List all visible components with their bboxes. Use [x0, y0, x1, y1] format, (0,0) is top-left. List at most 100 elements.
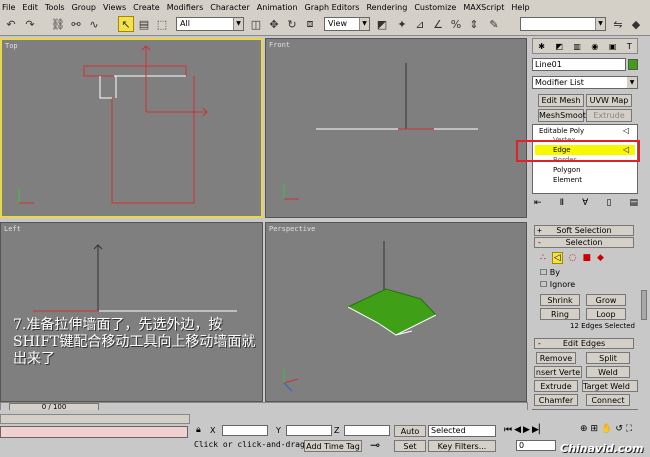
modify-tab-icon[interactable]: ◩ — [555, 42, 563, 51]
move-icon[interactable]: ✥ — [266, 16, 282, 32]
menu-file[interactable]: File — [2, 3, 15, 12]
menu-views[interactable]: Views — [103, 3, 126, 12]
pivot-center-icon[interactable]: ◩ — [374, 16, 390, 32]
grow-button[interactable]: Grow — [586, 294, 626, 306]
named-selection-dropdown[interactable]: ▼ — [520, 17, 606, 31]
hierarchy-tab-icon[interactable]: ▥ — [573, 42, 581, 51]
named-selection-icon[interactable]: ✎ — [486, 16, 502, 32]
maximize-icon[interactable]: ⛶ — [626, 424, 632, 438]
element-level-icon[interactable]: ◆ — [597, 253, 604, 263]
z-coordinate-field[interactable] — [344, 425, 390, 436]
pan-icon[interactable]: ✋ — [601, 424, 612, 438]
stack-element[interactable]: Element — [553, 176, 582, 184]
scale-icon[interactable]: ⧈ — [302, 16, 318, 32]
goto-start-icon[interactable]: ⏮ — [504, 425, 512, 437]
link-icon[interactable]: ⛓ — [50, 16, 66, 32]
rotate-icon[interactable]: ↻ — [284, 16, 300, 32]
viewport-perspective[interactable]: Perspective — [265, 222, 527, 402]
undo-icon[interactable]: ↶ — [3, 16, 19, 32]
current-frame-field[interactable]: 0 — [516, 440, 556, 451]
snap-toggle-icon[interactable]: ⊿ — [412, 16, 428, 32]
menu-create[interactable]: Create — [133, 3, 160, 12]
prev-frame-icon[interactable]: ◀ — [514, 425, 521, 437]
selection-rollout[interactable]: - Selection — [534, 237, 634, 248]
remove-modifier-icon[interactable]: ▯ — [606, 198, 611, 208]
connect-button[interactable]: Connect — [586, 394, 630, 406]
modifier-list-dropdown[interactable]: Modifier List ▼ — [532, 76, 638, 89]
next-frame-icon[interactable]: ▶▏ — [532, 425, 546, 437]
select-object-icon[interactable]: ↖ — [118, 16, 134, 32]
zoom-icon[interactable]: ⊕ — [580, 424, 588, 438]
border-level-icon[interactable]: ◌ — [569, 253, 577, 263]
loop-button[interactable]: Loop — [586, 308, 626, 320]
menu-maxscript[interactable]: MAXScript — [463, 3, 504, 12]
angle-snap-icon[interactable]: ∠ — [430, 16, 446, 32]
stack-editable-poly[interactable]: Editable Poly — [539, 127, 584, 135]
vertex-level-icon[interactable]: ∴ — [540, 253, 546, 263]
insert-vertex-button[interactable]: nsert Verte — [534, 366, 582, 378]
viewport-top[interactable]: Top — [0, 38, 263, 218]
play-icon[interactable]: ▶ — [523, 425, 530, 437]
spinner-snap-icon[interactable]: ⇕ — [466, 16, 482, 32]
set-key-button[interactable]: Set Key — [394, 440, 426, 452]
menu-group[interactable]: Group — [72, 3, 96, 12]
polygon-level-icon[interactable]: ■ — [583, 253, 592, 263]
menu-help[interactable]: Help — [511, 3, 529, 12]
window-crossing-icon[interactable]: ◫ — [248, 16, 264, 32]
zoom-all-icon[interactable]: ⊞ — [591, 424, 599, 438]
lock-selection-icon[interactable]: 🔒︎ — [196, 425, 201, 435]
object-color-swatch[interactable] — [628, 59, 638, 70]
edge-level-button-icon[interactable]: ◁ — [551, 252, 563, 264]
panel-scrollbar[interactable] — [641, 290, 647, 320]
select-region-icon[interactable]: ⬚ — [154, 16, 170, 32]
target-weld-button[interactable]: Target Weld — [582, 380, 638, 392]
menu-tools[interactable]: Tools — [45, 3, 65, 12]
stack-polygon[interactable]: Polygon — [553, 166, 581, 174]
mirror-icon[interactable]: ⇋ — [610, 16, 626, 32]
key-filter-dropdown[interactable]: Selected — [428, 425, 496, 437]
viewport-left[interactable]: Left — [0, 222, 263, 402]
ignore-backfacing-checkbox[interactable]: ☐ Ignore — [540, 280, 575, 289]
soft-selection-rollout[interactable]: + Soft Selection — [534, 225, 634, 236]
menu-character[interactable]: Character — [210, 3, 250, 12]
configure-sets-icon[interactable]: ▤ — [629, 198, 638, 208]
auto-key-button[interactable]: Auto Key — [394, 425, 426, 437]
menu-modifiers[interactable]: Modifiers — [167, 3, 204, 12]
track-bar[interactable] — [0, 414, 190, 424]
motion-tab-icon[interactable]: ◉ — [591, 42, 598, 51]
menu-rendering[interactable]: Rendering — [366, 3, 407, 12]
selection-filter-dropdown[interactable]: All ▼ — [176, 17, 244, 31]
display-tab-icon[interactable]: ▣ — [609, 42, 617, 51]
ring-button[interactable]: Ring — [540, 308, 580, 320]
add-time-tag-button[interactable]: Add Time Tag — [304, 440, 362, 452]
bind-spacewarp-icon[interactable]: ∿ — [86, 16, 102, 32]
show-end-result-icon[interactable]: Ⅱ — [560, 198, 564, 208]
remove-button[interactable]: Remove — [536, 352, 576, 364]
shrink-button[interactable]: Shrink — [540, 294, 580, 306]
menu-graph-editors[interactable]: Graph Editors — [305, 3, 360, 12]
weld-button[interactable]: Weld — [586, 366, 630, 378]
edit-edges-rollout[interactable]: - Edit Edges — [534, 338, 634, 349]
menu-animation[interactable]: Animation — [257, 3, 298, 12]
reference-coordinate-dropdown[interactable]: View ▼ — [324, 17, 370, 31]
maxscript-listener-field[interactable] — [0, 426, 188, 438]
by-vertex-checkbox[interactable]: ☐ By — [540, 268, 560, 277]
edit-mesh-button[interactable]: Edit Mesh — [538, 94, 584, 107]
y-coordinate-field[interactable] — [286, 425, 332, 436]
make-unique-icon[interactable]: ∀ — [582, 198, 588, 208]
create-tab-icon[interactable]: ✱ — [538, 42, 545, 51]
utilities-tab-icon[interactable]: T — [627, 42, 632, 51]
align-icon[interactable]: ◆ — [628, 16, 644, 32]
extrude-button[interactable]: Extrude — [534, 380, 578, 392]
unlink-icon[interactable]: ⚯ — [68, 16, 84, 32]
menu-customize[interactable]: Customize — [414, 3, 456, 12]
pin-stack-icon[interactable]: ⇤ — [534, 198, 542, 208]
arc-rotate-icon[interactable]: ↺ — [615, 424, 623, 438]
pin-icon[interactable]: ◁ — [623, 126, 629, 135]
split-button[interactable]: Split — [586, 352, 630, 364]
redo-icon[interactable]: ↷ — [22, 16, 38, 32]
select-manipulate-icon[interactable]: ✦ — [394, 16, 410, 32]
uvw-map-button[interactable]: UVW Map — [586, 94, 632, 107]
select-by-name-icon[interactable]: ▤ — [136, 16, 152, 32]
extrude-modifier-button[interactable]: Extrude — [586, 109, 632, 122]
